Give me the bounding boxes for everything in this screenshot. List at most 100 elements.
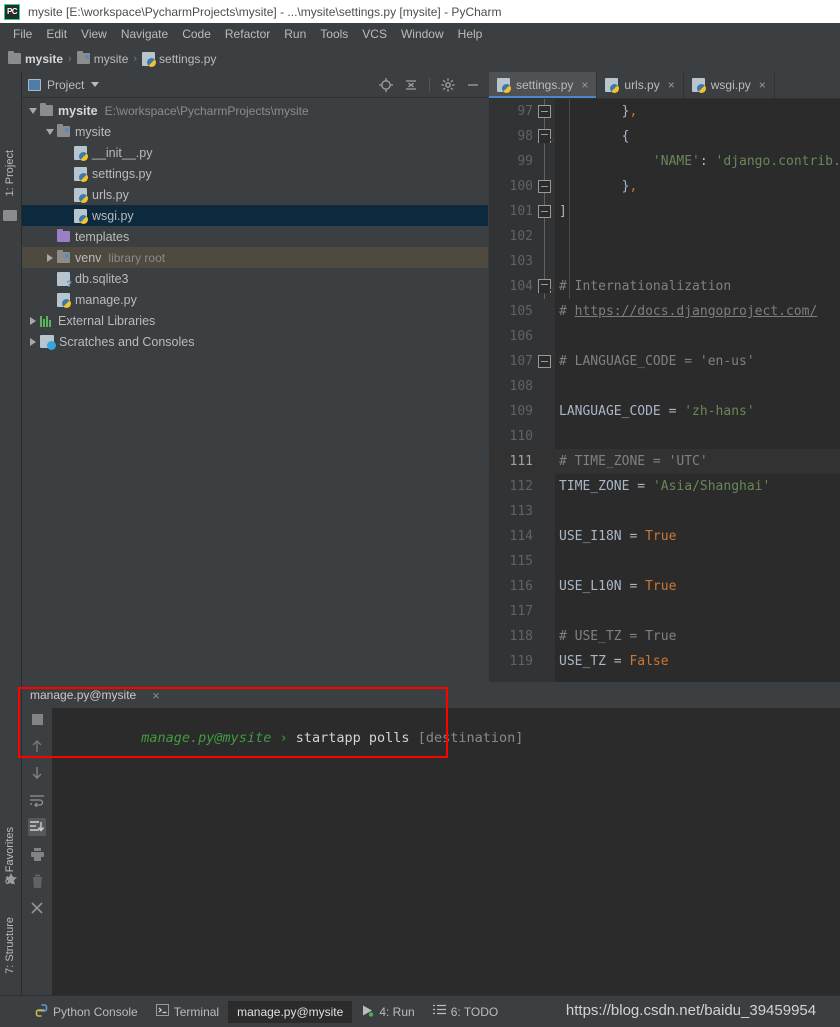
tree-item[interactable]: Scratches and Consoles [22, 331, 488, 352]
watermark: https://blog.csdn.net/baidu_39459954 [565, 1001, 817, 1019]
soft-wrap-icon[interactable] [28, 791, 46, 809]
menu-item-view[interactable]: View [74, 25, 114, 43]
breadcrumb-item-settings-py[interactable]: settings.py [142, 51, 216, 67]
trash-icon[interactable] [28, 872, 46, 890]
sidebar-item-structure[interactable]: 7: Structure [4, 917, 16, 974]
tree-item[interactable]: db.sqlite3 [22, 268, 488, 289]
close-icon[interactable] [28, 899, 46, 917]
locate-icon[interactable] [379, 77, 393, 92]
tree-item[interactable]: wsgi.py [22, 205, 488, 226]
python-file-icon [74, 145, 88, 161]
title-bar: PC mysite [E:\workspace\PycharmProjects\… [0, 0, 840, 23]
star-icon [4, 872, 18, 891]
menu-item-tools[interactable]: Tools [313, 25, 355, 43]
menu-bar: File Edit View Navigate Code Refactor Run Tools… [0, 23, 840, 45]
tree-item[interactable]: venv library root [22, 247, 488, 268]
fold-collapse-icon[interactable] [538, 180, 551, 193]
console-tab-bar: manage.py@mysite × [22, 682, 840, 708]
editor-tab-wsgi-py[interactable]: wsgi.py × [684, 72, 775, 98]
stop-icon[interactable] [28, 710, 46, 728]
status-item-4--run[interactable]: 4: Run [352, 1000, 423, 1024]
line-number: 101 [509, 204, 533, 219]
console-tab[interactable]: manage.py@mysite × [22, 682, 170, 708]
tree-item[interactable]: templates [22, 226, 488, 247]
menu-item-file[interactable]: File [6, 25, 39, 43]
collapse-all-icon[interactable] [404, 78, 418, 92]
window-title: mysite [E:\workspace\PycharmProjects\mys… [28, 4, 502, 19]
menu-item-window[interactable]: Window [394, 25, 451, 43]
tree-item[interactable]: External Libraries [22, 310, 488, 331]
menu-item-code[interactable]: Code [175, 25, 218, 43]
fold-collapse-icon[interactable] [538, 355, 551, 368]
sidebar-item-project[interactable]: 1: Project [4, 150, 16, 196]
tree-item[interactable]: mysite [22, 121, 488, 142]
tree-item[interactable]: mysite E:\workspace\PycharmProjects\mysit… [22, 100, 488, 121]
chevron-down-icon[interactable] [91, 82, 100, 87]
fold-collapse-icon[interactable] [538, 105, 551, 118]
tree-item[interactable]: settings.py [22, 163, 488, 184]
gear-icon[interactable] [441, 78, 455, 92]
status-item-label: 4: Run [379, 1004, 415, 1019]
line-number: 98 [517, 129, 533, 144]
fold-collapse-icon[interactable] [538, 129, 551, 143]
code-line: 114 USE_I18N = True [489, 524, 840, 549]
menu-item-vcs[interactable]: VCS [355, 25, 394, 43]
menu-item-run[interactable]: Run [277, 25, 313, 43]
chevron-down-icon[interactable] [43, 128, 57, 135]
menu-item-edit[interactable]: Edit [39, 25, 74, 43]
chevron-right-icon[interactable] [43, 253, 57, 262]
fold-column [533, 174, 555, 199]
prompt-arrow-icon: › [279, 730, 288, 746]
close-icon[interactable]: × [152, 688, 160, 703]
tree-item[interactable]: urls.py [22, 184, 488, 205]
editor-tab-urls-py[interactable]: urls.py × [597, 72, 684, 98]
minimize-icon[interactable] [466, 78, 480, 92]
line-number: 102 [509, 229, 533, 244]
tree-item[interactable]: __init__.py [22, 142, 488, 163]
line-number: 99 [517, 154, 533, 169]
chevron-right-icon[interactable] [26, 316, 40, 325]
breadcrumb-item-mysite[interactable]: mysite [76, 51, 128, 66]
close-icon[interactable]: × [759, 78, 766, 92]
status-item-terminal[interactable]: Terminal [147, 1000, 228, 1023]
tree-item-label: db.sqlite3 [75, 271, 129, 286]
chevron-down-icon[interactable] [26, 107, 40, 114]
code-token: = [629, 529, 646, 544]
code-line: 103 [489, 249, 840, 274]
console-toolbar [22, 708, 52, 995]
down-arrow-icon[interactable] [28, 764, 46, 782]
code-text: USE_I18N = True [559, 529, 676, 544]
tree-item-label: settings.py [92, 166, 152, 181]
menu-item-refactor[interactable]: Refactor [218, 25, 277, 43]
close-icon[interactable]: × [668, 78, 675, 92]
breadcrumb-item-mysite[interactable]: mysite [8, 51, 63, 66]
console-command[interactable]: startapp polls [296, 730, 410, 746]
menu-item-help[interactable]: Help [451, 25, 490, 43]
status-item-manage-py-mysite[interactable]: manage.py@mysite [228, 1000, 353, 1023]
print-icon[interactable] [28, 845, 46, 863]
tree-item-label: templates [75, 229, 130, 244]
indent-guide [569, 99, 570, 299]
breadcrumb: mysite › mysite › settings.py [0, 45, 840, 72]
status-item-6--todo[interactable]: 6: TODO [424, 1000, 508, 1023]
code-line: 104 # Internationalization [489, 274, 840, 299]
tree-item[interactable]: manage.py [22, 289, 488, 310]
menu-item-navigate[interactable]: Navigate [114, 25, 175, 43]
chevron-right-icon[interactable] [26, 337, 40, 346]
code-text: ] [559, 204, 567, 219]
code-text: LANGUAGE_CODE = 'zh-hans' [559, 404, 755, 419]
status-item-python-console[interactable]: Python Console [26, 1000, 147, 1024]
fold-collapse-icon[interactable] [538, 205, 551, 218]
pycharm-logo-icon: PC [4, 3, 20, 20]
up-arrow-icon[interactable] [28, 737, 46, 755]
code-token: 'django.contrib.a [715, 154, 840, 169]
toolbar-divider [429, 77, 430, 92]
close-icon[interactable]: × [581, 78, 588, 92]
fold-column [533, 149, 555, 174]
line-number: 103 [509, 254, 533, 269]
editor-tab-settings-py[interactable]: settings.py × [489, 72, 598, 98]
code-area[interactable]: 97 }, 98 {99 'NAME': 'django.contrib.a 100… [489, 99, 840, 682]
fold-collapse-icon[interactable] [538, 279, 551, 293]
scroll-to-end-icon[interactable] [28, 818, 46, 836]
code-token: 'NAME' [652, 154, 700, 169]
